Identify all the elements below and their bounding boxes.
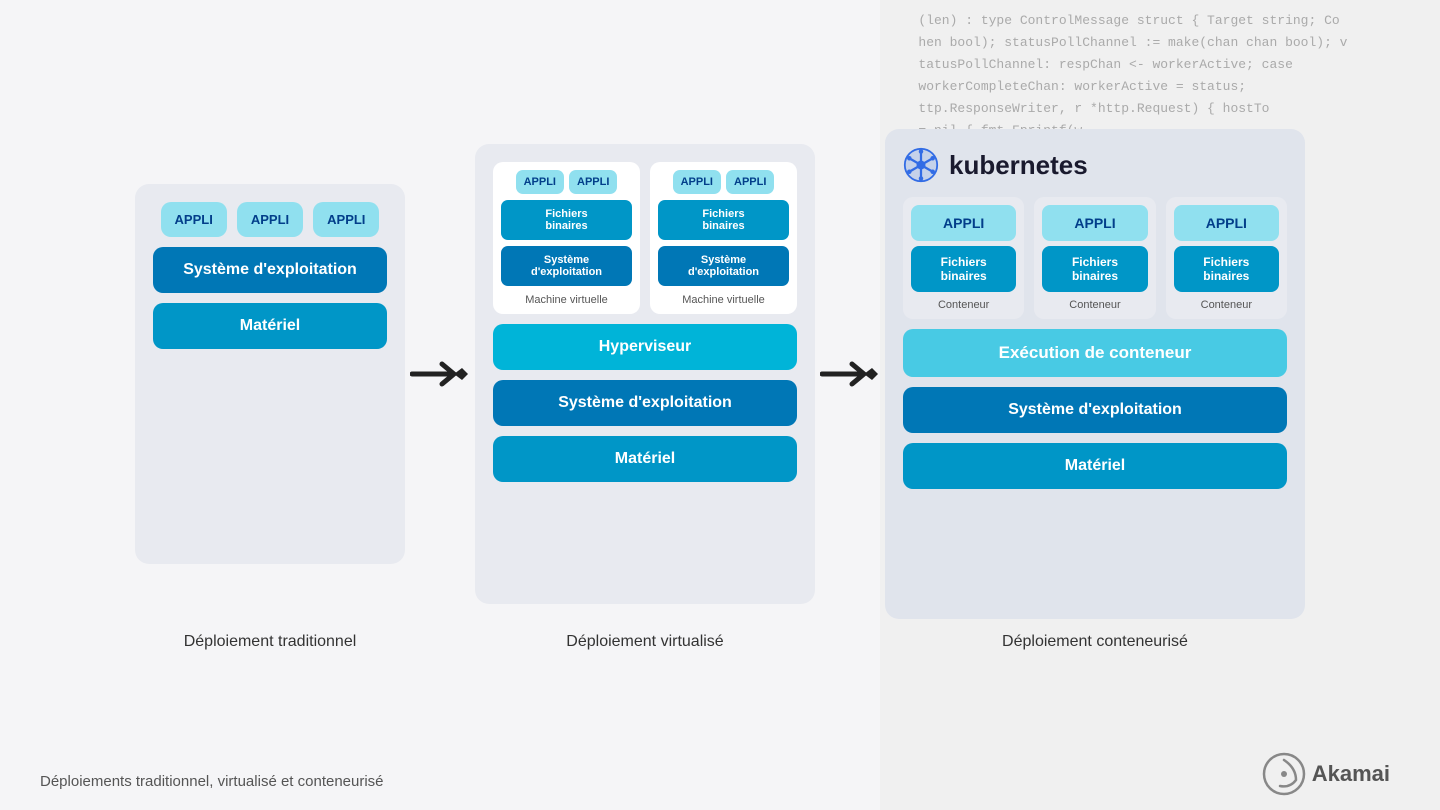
vm1-appli-row: APPLI APPLI — [516, 170, 618, 194]
k8s-title: kubernetes — [949, 150, 1088, 181]
container-box-1: APPLI Fichiersbinaires Conteneur — [903, 197, 1024, 319]
vm1-appli-2: APPLI — [569, 170, 617, 194]
containerized-os-layer: Système d'exploitation — [903, 387, 1287, 433]
container1-appli: APPLI — [911, 205, 1016, 241]
vm2-appli-1: APPLI — [673, 170, 721, 194]
main-content: APPLI APPLI APPLI Système d'exploitation… — [0, 0, 1440, 810]
caption-virtualized: Déploiement virtualisé — [475, 633, 815, 651]
diagrams-row: APPLI APPLI APPLI Système d'exploitation… — [40, 129, 1400, 619]
virtualized-diagram: APPLI APPLI Fichiersbinaires Systèmed'ex… — [475, 144, 815, 604]
containerized-hardware-layer: Matériel — [903, 443, 1287, 489]
vm1-os-layer: Systèmed'exploitation — [501, 246, 632, 286]
virtualized-hypervisor-layer: Hyperviseur — [493, 324, 797, 370]
container-box-3: APPLI Fichiersbinaires Conteneur — [1166, 197, 1287, 319]
vm1-label: Machine virtuelle — [525, 294, 608, 306]
vm2-appli-2: APPLI — [726, 170, 774, 194]
caption-containerized: Déploiement conteneurisé — [885, 633, 1305, 651]
containerized-diagram: kubernetes APPLI Fichiersbinaires Conten… — [885, 129, 1305, 619]
traditional-appli-1: APPLI — [161, 202, 227, 237]
traditional-appli-2: APPLI — [237, 202, 303, 237]
vm1-files-layer: Fichiersbinaires — [501, 200, 632, 240]
traditional-appli-3: APPLI — [313, 202, 379, 237]
vm1-appli-1: APPLI — [516, 170, 564, 194]
traditional-os-layer: Système d'exploitation — [153, 247, 387, 293]
vm-box-1: APPLI APPLI Fichiersbinaires Systèmed'ex… — [493, 162, 640, 314]
container2-label: Conteneur — [1069, 299, 1120, 311]
vm2-appli-row: APPLI APPLI — [673, 170, 775, 194]
container3-appli: APPLI — [1174, 205, 1279, 241]
arrow-2 — [815, 360, 885, 388]
vm2-label: Machine virtuelle — [682, 294, 765, 306]
k8s-header: kubernetes — [903, 147, 1088, 183]
vm-box-2: APPLI APPLI Fichiersbinaires Systèmed'ex… — [650, 162, 797, 314]
vm2-files-layer: Fichiersbinaires — [658, 200, 789, 240]
vm-row: APPLI APPLI Fichiersbinaires Systèmed'ex… — [493, 162, 797, 314]
container1-label: Conteneur — [938, 299, 989, 311]
vm2-os-layer: Systèmed'exploitation — [658, 246, 789, 286]
arrow-1 — [405, 360, 475, 388]
container3-files: Fichiersbinaires — [1174, 246, 1279, 292]
container1-files: Fichiersbinaires — [911, 246, 1016, 292]
container2-appli: APPLI — [1042, 205, 1147, 241]
virtualized-os-layer: Système d'exploitation — [493, 380, 797, 426]
container3-label: Conteneur — [1201, 299, 1252, 311]
virtualized-hardware-layer: Matériel — [493, 436, 797, 482]
captions-row: Déploiement traditionnel Déploiement vir… — [40, 633, 1400, 651]
containerized-runtime-layer: Exécution de conteneur — [903, 329, 1287, 377]
traditional-diagram: APPLI APPLI APPLI Système d'exploitation… — [135, 184, 405, 564]
traditional-appli-row: APPLI APPLI APPLI — [153, 202, 387, 237]
container-box-2: APPLI Fichiersbinaires Conteneur — [1034, 197, 1155, 319]
kubernetes-icon — [903, 147, 939, 183]
caption-traditional: Déploiement traditionnel — [135, 633, 405, 651]
containers-row: APPLI Fichiersbinaires Conteneur APPLI F… — [903, 197, 1287, 319]
container2-files: Fichiersbinaires — [1042, 246, 1147, 292]
traditional-hardware-layer: Matériel — [153, 303, 387, 349]
